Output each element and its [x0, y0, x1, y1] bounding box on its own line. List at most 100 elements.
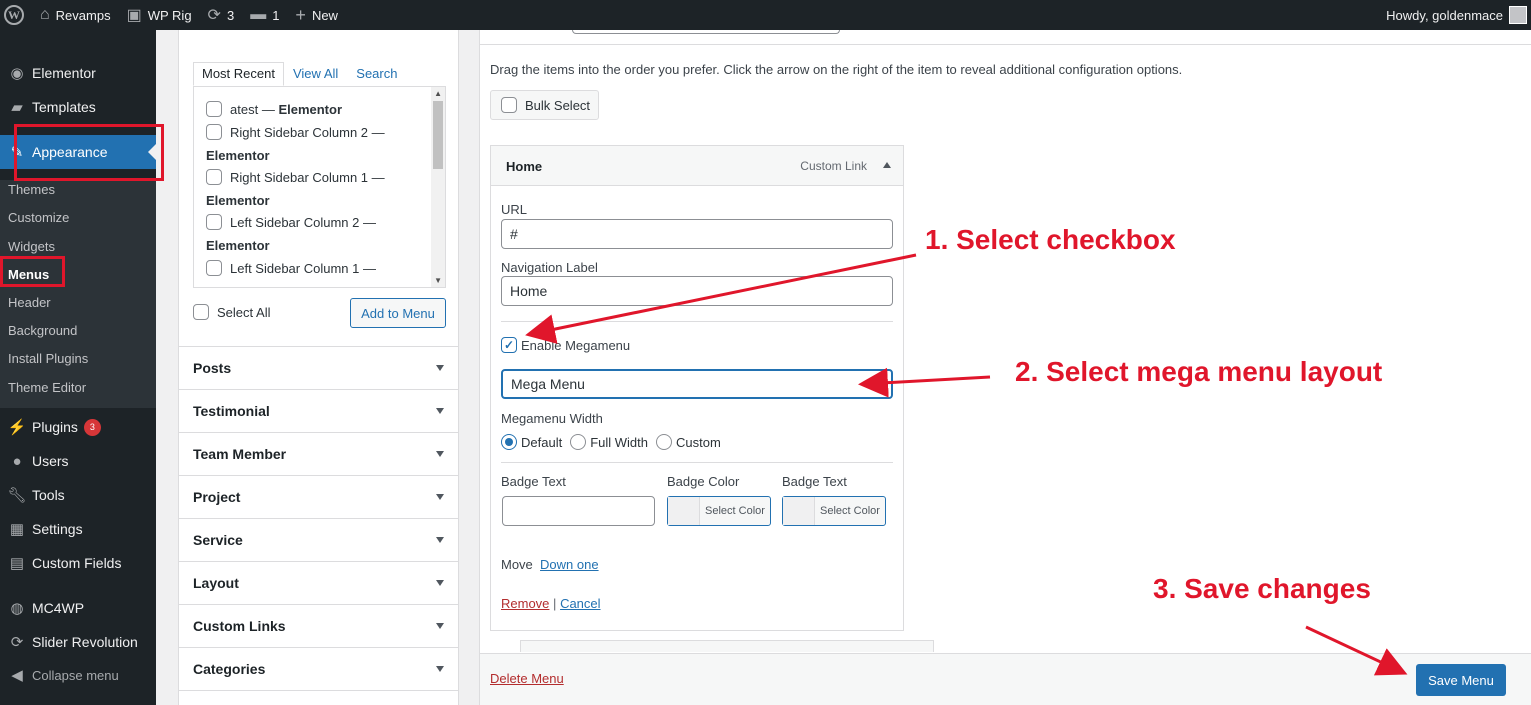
sidebar-item-mc4wp[interactable]: ◍ MC4WP: [0, 591, 156, 625]
add-to-menu-button[interactable]: Add to Menu: [350, 298, 446, 328]
accordion-team-member[interactable]: Team Member: [179, 432, 458, 475]
radio-full-width[interactable]: Full Width: [570, 434, 648, 450]
radio-button[interactable]: [570, 434, 587, 450]
menu-item-header[interactable]: Home Custom Link: [491, 146, 903, 186]
sidebar-item-label: Plugins: [32, 419, 78, 435]
badge-color-picker[interactable]: Select Color: [667, 496, 771, 526]
tab-view-all[interactable]: View All: [284, 62, 347, 86]
move-label: Move: [501, 557, 533, 572]
account-link[interactable]: Howdy, goldenmace: [1378, 0, 1531, 30]
list-item[interactable]: atest — Elementor: [206, 101, 342, 117]
list-item[interactable]: Left Sidebar Column 1 —: [206, 260, 376, 276]
updates-link[interactable]: ⟳ 3: [200, 0, 243, 30]
item-checkbox[interactable]: [206, 260, 222, 276]
accordion-testimonial[interactable]: Testimonial: [179, 389, 458, 432]
accordion-layout[interactable]: Layout: [179, 561, 458, 604]
select-color-label: Select Color: [705, 505, 765, 517]
submenu-background[interactable]: Background: [8, 323, 77, 338]
tab-most-recent[interactable]: Most Recent: [193, 62, 284, 86]
accordion-custom-links[interactable]: Custom Links: [179, 604, 458, 647]
sidebar-item-slider-revolution[interactable]: ⟳ Slider Revolution: [0, 625, 156, 659]
chevron-down-icon: [436, 494, 444, 500]
item-checkbox[interactable]: [206, 214, 222, 230]
item-type: Elementor: [278, 101, 343, 117]
accordion-more[interactable]: [179, 690, 458, 705]
list-item[interactable]: Right Sidebar Column 1 —: [206, 169, 385, 185]
submenu-header[interactable]: Header: [8, 295, 51, 310]
enable-megamenu-checkbox[interactable]: ✓ Enable Megamenu: [501, 337, 630, 353]
badge-text-input[interactable]: [502, 496, 655, 526]
accordion-project[interactable]: Project: [179, 475, 458, 518]
sidebar-item-templates[interactable]: ▰ Templates: [0, 90, 156, 124]
submenu-install-plugins[interactable]: Install Plugins: [8, 351, 88, 366]
sidebar-item-plugins[interactable]: ⚡ Plugins 3: [0, 410, 156, 444]
comments-link[interactable]: ▬ 1: [242, 0, 287, 30]
scroll-thumb[interactable]: [433, 101, 443, 169]
item-checkbox[interactable]: [206, 124, 222, 140]
remove-link[interactable]: Remove: [501, 596, 549, 611]
submenu-theme-editor[interactable]: Theme Editor: [8, 380, 86, 395]
wordpress-logo-button[interactable]: W: [0, 0, 32, 30]
radio-custom[interactable]: Custom: [656, 434, 721, 450]
next-menu-item[interactable]: [520, 640, 934, 652]
cancel-link[interactable]: Cancel: [560, 596, 600, 611]
wrench-icon: 🔧︎: [7, 487, 27, 504]
accordion-service[interactable]: Service: [179, 518, 458, 561]
submenu-widgets[interactable]: Widgets: [8, 239, 55, 254]
checkmark-icon[interactable]: ✓: [501, 337, 517, 353]
select-all-box[interactable]: [193, 304, 209, 320]
folder-icon: ▰: [11, 99, 23, 116]
delete-menu-link[interactable]: Delete Menu: [490, 671, 564, 686]
url-input[interactable]: #: [501, 219, 893, 249]
bulk-select-button[interactable]: Bulk Select: [490, 90, 599, 120]
item-title: Right Sidebar Column 2: [230, 124, 369, 140]
submenu-customize[interactable]: Customize: [8, 210, 69, 225]
select-all-checkbox[interactable]: Select All: [193, 304, 270, 320]
scroll-down-icon[interactable]: ▼: [434, 276, 442, 285]
radio-button[interactable]: [656, 434, 672, 450]
tab-search[interactable]: Search: [347, 62, 406, 86]
sidebar-item-custom-fields[interactable]: ▤ Custom Fields: [0, 546, 156, 580]
accordion-label: Posts: [193, 360, 232, 376]
scroll-up-icon[interactable]: ▲: [434, 89, 442, 98]
item-type: Elementor: [206, 238, 270, 253]
menu-item-title: Home: [506, 159, 543, 174]
move-down-link[interactable]: Down one: [540, 557, 599, 572]
list-item[interactable]: Right Sidebar Column 2 —: [206, 124, 385, 140]
sidebar-item-settings[interactable]: ▦ Settings: [0, 512, 156, 546]
navigation-label-input[interactable]: Home: [501, 276, 893, 306]
item-checkbox[interactable]: [206, 169, 222, 185]
chevron-down-icon: [436, 365, 444, 371]
bulk-select-checkbox[interactable]: [501, 97, 517, 113]
sidebar-item-elementor[interactable]: ◉ Elementor: [0, 56, 156, 90]
sidebar-item-users[interactable]: ● Users: [0, 444, 156, 478]
megamenu-layout-select[interactable]: Mega Menu: [501, 369, 893, 399]
site-name-link[interactable]: ⌂ Revamps: [32, 0, 119, 30]
comment-icon: ▬: [250, 6, 267, 23]
enable-megamenu-label: Enable Megamenu: [521, 337, 631, 353]
annotation-step-1: 1. Select checkbox: [925, 224, 1176, 255]
list-scrollbar[interactable]: ▲ ▼: [431, 87, 445, 287]
sidebar-item-label: Slider Revolution: [32, 634, 138, 650]
collapse-menu-button[interactable]: ◀ Collapse menu: [0, 658, 156, 692]
theme-link[interactable]: ▣ WP Rig: [119, 0, 200, 30]
user-icon: ●: [12, 452, 22, 470]
sidebar-item-tools[interactable]: 🔧︎ Tools: [0, 478, 156, 512]
badge-text-color-picker[interactable]: Select Color: [782, 496, 886, 526]
sidebar-item-label: Templates: [32, 99, 96, 115]
item-type: Elementor: [206, 148, 270, 163]
save-menu-button[interactable]: Save Menu: [1416, 664, 1506, 696]
item-checkbox[interactable]: [206, 101, 222, 117]
list-item[interactable]: Left Sidebar Column 2 —: [206, 214, 376, 230]
add-items-tabs: Most Recent View All Search: [193, 62, 406, 86]
howdy-text: Howdy, goldenmace: [1386, 7, 1503, 23]
accordion-categories[interactable]: Categories: [179, 647, 458, 690]
submenu-themes[interactable]: Themes: [8, 182, 55, 197]
radio-button[interactable]: [501, 434, 517, 450]
chevron-up-icon[interactable]: [883, 162, 891, 168]
radio-default[interactable]: Default: [501, 434, 562, 450]
most-recent-list[interactable]: atest — Elementor Right Sidebar Column 2…: [193, 86, 446, 288]
accordion-posts[interactable]: Posts: [179, 346, 458, 389]
select-all-label: Select All: [217, 304, 271, 320]
new-content-link[interactable]: + New: [287, 0, 346, 30]
